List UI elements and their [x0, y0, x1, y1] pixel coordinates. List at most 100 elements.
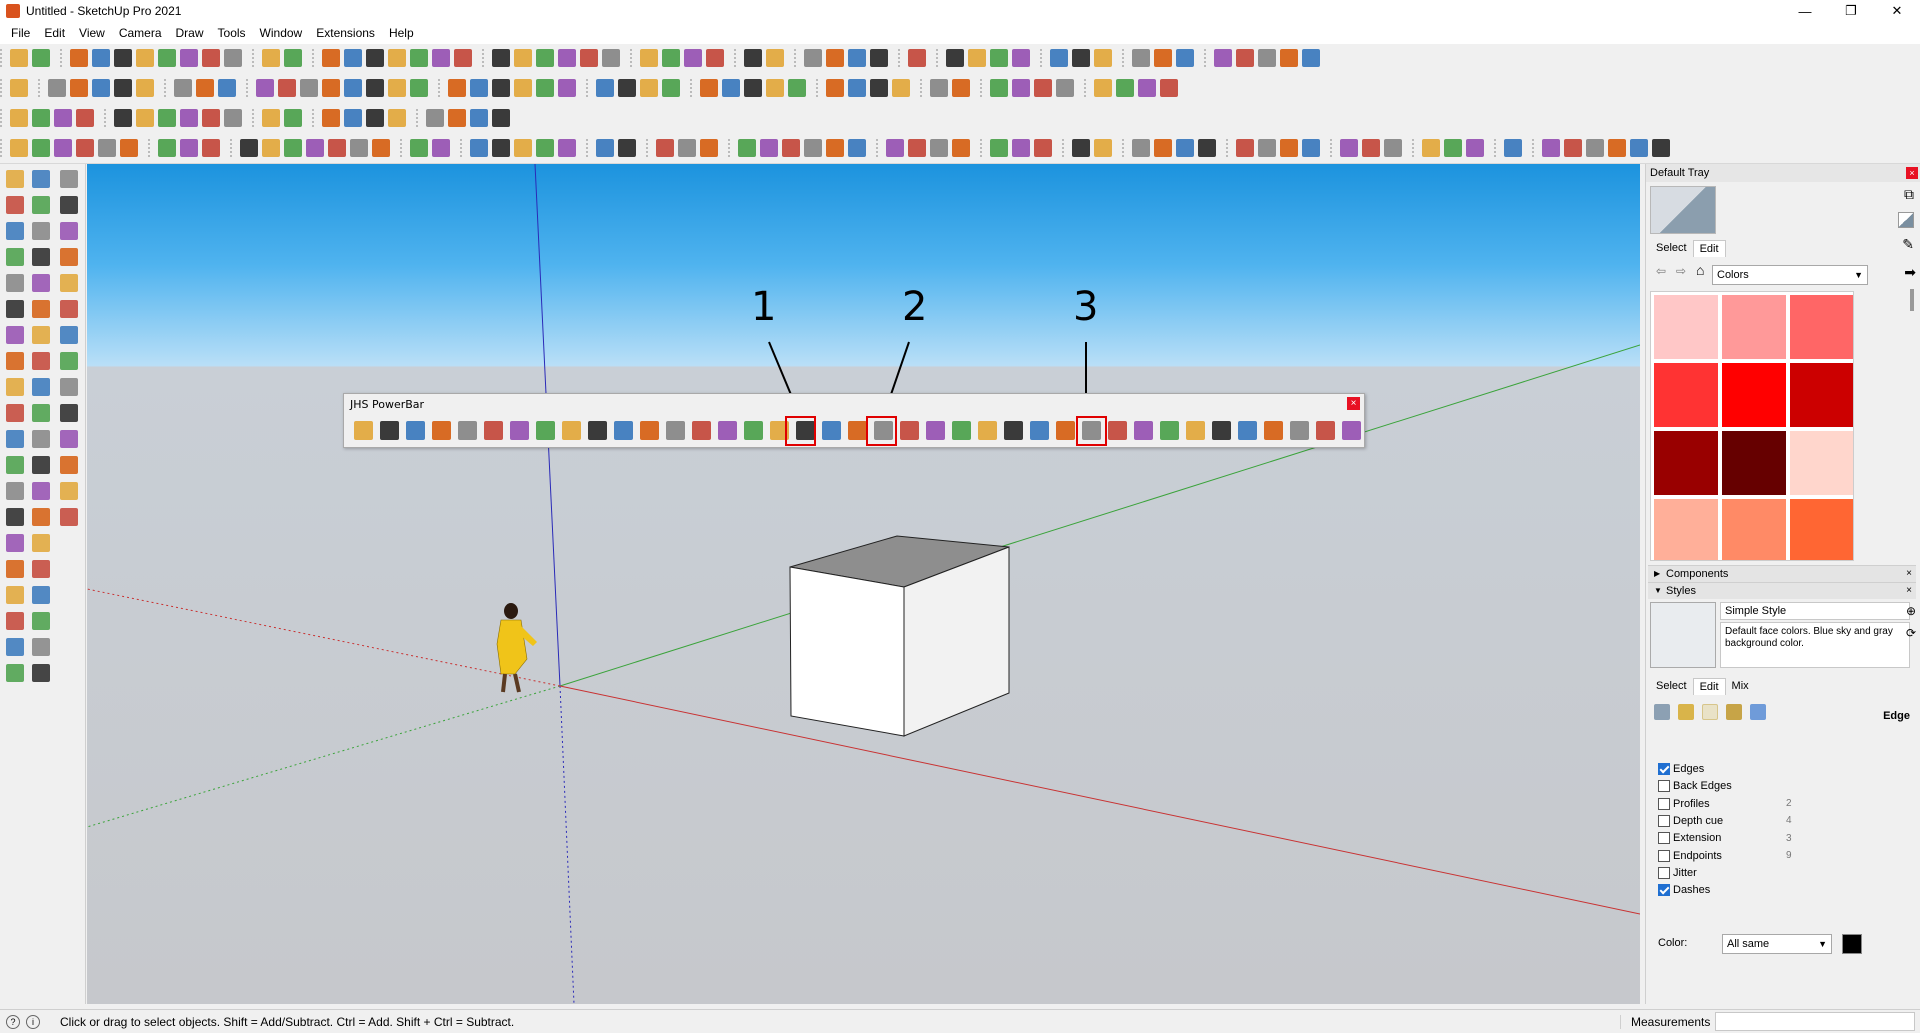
components-section-header[interactable]: ▶ Components × [1648, 565, 1916, 582]
toolbar-row4-tool-icon[interactable] [514, 139, 532, 157]
toolbar-row1-tool-icon[interactable] [968, 49, 986, 67]
checkbox[interactable] [1658, 884, 1670, 897]
left-tool-icon[interactable] [6, 222, 24, 240]
styles-section-header[interactable]: ▼ Styles × [1648, 582, 1916, 599]
toolbar-row4-tool-icon[interactable] [1608, 139, 1626, 157]
tab-materials-edit[interactable]: Edit [1692, 240, 1726, 257]
powerbar-tool-icon[interactable] [1290, 421, 1309, 440]
checkbox[interactable] [1658, 780, 1670, 793]
checkbox[interactable] [1658, 832, 1670, 845]
left-tool-icon[interactable] [60, 170, 78, 188]
left-tool-icon[interactable] [32, 300, 50, 318]
toolbar-row4-tool-icon[interactable] [700, 139, 718, 157]
color-swatch[interactable] [1790, 499, 1853, 560]
toolbar-row1-tool-icon[interactable] [1154, 49, 1172, 67]
left-tool-icon[interactable] [6, 378, 24, 396]
powerbar-tool-icon[interactable] [1056, 421, 1075, 440]
toolbar-row2-tool-icon[interactable] [470, 79, 488, 97]
toolbar-row2-tool-icon[interactable] [174, 79, 192, 97]
tab-styles-mix[interactable]: Mix [1726, 678, 1755, 695]
toolbar-row1-tool-icon[interactable] [848, 49, 866, 67]
toolbar-row4-tool-icon[interactable] [350, 139, 368, 157]
toolbar-row4-tool-icon[interactable] [738, 139, 756, 157]
toolbar-row1-tool-icon[interactable] [136, 49, 154, 67]
toolbar-row3-tool-icon[interactable] [114, 109, 132, 127]
toolbar-row4-tool-icon[interactable] [1236, 139, 1254, 157]
toolbar-row4-tool-icon[interactable] [492, 139, 510, 157]
toolbar-row2-tool-icon[interactable] [48, 79, 66, 97]
left-tool-icon[interactable] [32, 508, 50, 526]
toolbar-row4-tool-icon[interactable] [886, 139, 904, 157]
powerbar-tool-icon[interactable] [822, 421, 841, 440]
left-tool-icon[interactable] [60, 404, 78, 422]
toolbar-row2-tool-icon[interactable] [10, 79, 28, 97]
left-tool-icon[interactable] [32, 326, 50, 344]
color-swatch[interactable] [1790, 295, 1853, 359]
powerbar-tool-icon[interactable] [952, 421, 971, 440]
toolbar-row1-tool-icon[interactable] [1012, 49, 1030, 67]
checkbox[interactable] [1658, 814, 1670, 827]
toolbar-row2-tool-icon[interactable] [744, 79, 762, 97]
style-description-field[interactable]: Default face colors. Blue sky and gray b… [1720, 622, 1910, 668]
toolbar-row2-tool-icon[interactable] [618, 79, 636, 97]
toolbar-row1-tool-icon[interactable] [1258, 49, 1276, 67]
back-arrow-icon[interactable]: ⇦ [1656, 264, 1666, 278]
left-tool-icon[interactable] [6, 248, 24, 266]
menu-edit[interactable]: Edit [37, 26, 72, 40]
toolbar-row4-tool-icon[interactable] [558, 139, 576, 157]
edge-option-row[interactable]: Dashes [1658, 884, 1710, 897]
toolbar-row1-tool-icon[interactable] [706, 49, 724, 67]
edge-option-value[interactable]: 2 [1786, 798, 1792, 809]
toolbar-row4-tool-icon[interactable] [284, 139, 302, 157]
toolbar-row4-tool-icon[interactable] [848, 139, 866, 157]
powerbar-tool-icon[interactable] [406, 421, 425, 440]
edge-option-row[interactable]: Back Edges [1658, 780, 1732, 793]
toolbar-row4-tool-icon[interactable] [1198, 139, 1216, 157]
tab-styles-select[interactable]: Select [1650, 678, 1693, 695]
toolbar-row3-tool-icon[interactable] [388, 109, 406, 127]
left-tool-icon[interactable] [60, 430, 78, 448]
powerbar-close-button[interactable]: × [1347, 397, 1360, 410]
toolbar-row1-tool-icon[interactable] [492, 49, 510, 67]
materials-collection-select[interactable]: Colors ▼ [1712, 265, 1868, 285]
left-tool-icon[interactable] [60, 326, 78, 344]
powerbar-tool-icon[interactable] [900, 421, 919, 440]
menu-tools[interactable]: Tools [211, 26, 253, 40]
toolbar-row4-tool-icon[interactable] [1132, 139, 1150, 157]
toolbar-row4-tool-icon[interactable] [1564, 139, 1582, 157]
left-tool-icon[interactable] [32, 404, 50, 422]
left-tool-icon[interactable] [60, 508, 78, 526]
toolbar-row4-tool-icon[interactable] [1542, 139, 1560, 157]
toolbar-row2-tool-icon[interactable] [1160, 79, 1178, 97]
edge-option-row[interactable]: Profiles 2 [1658, 797, 1792, 810]
toolbar-row4-tool-icon[interactable] [432, 139, 450, 157]
toolbar-row1-tool-icon[interactable] [92, 49, 110, 67]
edge-option-row[interactable]: Extension 3 [1658, 832, 1792, 845]
geo-location-icon[interactable]: ? [6, 1014, 20, 1029]
toolbar-row4-tool-icon[interactable] [1012, 139, 1030, 157]
menu-file[interactable]: File [4, 26, 37, 40]
toolbar-row1-tool-icon[interactable] [640, 49, 658, 67]
toolbar-row4-tool-icon[interactable] [952, 139, 970, 157]
minimize-button[interactable]: — [1782, 0, 1828, 22]
toolbar-row4-tool-icon[interactable] [1586, 139, 1604, 157]
left-tool-icon[interactable] [6, 638, 24, 656]
edge-option-value[interactable]: 4 [1786, 815, 1792, 826]
powerbar-tool-icon[interactable] [848, 421, 867, 440]
toolbar-row2-tool-icon[interactable] [788, 79, 806, 97]
toolbar-row4-tool-icon[interactable] [262, 139, 280, 157]
toolbar-row1-tool-icon[interactable] [322, 49, 340, 67]
left-tool-icon[interactable] [6, 170, 24, 188]
toolbar-row2-tool-icon[interactable] [514, 79, 532, 97]
toolbar-row2-tool-icon[interactable] [388, 79, 406, 97]
edge-option-row[interactable]: Depth cue 4 [1658, 814, 1792, 827]
toolbar-row4-tool-icon[interactable] [908, 139, 926, 157]
toolbar-row1-tool-icon[interactable] [454, 49, 472, 67]
toolbar-row4-tool-icon[interactable] [596, 139, 614, 157]
toolbar-row2-tool-icon[interactable] [136, 79, 154, 97]
toolbar-row4-tool-icon[interactable] [1034, 139, 1052, 157]
toolbar-row1-tool-icon[interactable] [1302, 49, 1320, 67]
toolbar-row4-tool-icon[interactable] [1466, 139, 1484, 157]
toolbar-row2-tool-icon[interactable] [596, 79, 614, 97]
toolbar-row1-tool-icon[interactable] [180, 49, 198, 67]
